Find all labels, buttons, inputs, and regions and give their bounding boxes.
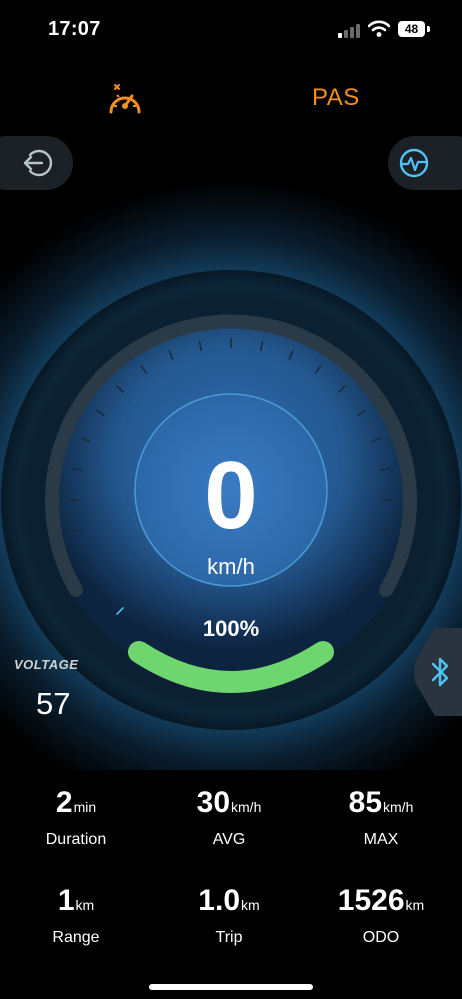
metric-max: 85km/h MAX: [301, 786, 461, 849]
bluetooth-button[interactable]: [413, 628, 462, 716]
metric-number: 1.0: [198, 884, 241, 917]
speed-value: 0: [204, 442, 258, 549]
status-time: 17:07: [48, 18, 101, 40]
metric-number: 1: [57, 884, 75, 917]
metric-number: 1526: [337, 884, 405, 917]
metric-value: 30km/h: [149, 786, 309, 820]
metric-number: 85: [348, 786, 383, 819]
metric-label: Duration: [45, 831, 107, 848]
status-bar: 17:07 48: [0, 0, 462, 60]
battery-percent: 100%: [202, 616, 260, 641]
metric-value: 1km: [0, 884, 156, 918]
metric-unit: km: [75, 897, 95, 913]
metric-label: Range: [52, 929, 100, 946]
speed-unit: km/h: [207, 554, 255, 579]
metric-unit: min: [73, 799, 97, 815]
metric-label: AVG: [212, 831, 246, 848]
metric-number: 30: [196, 786, 231, 819]
metric-value: 1526km: [301, 884, 461, 918]
metric-label: MAX: [363, 831, 399, 848]
metric-trip: 1.0km Trip: [149, 884, 309, 947]
battery-cap: [427, 26, 430, 32]
pas-mode-label[interactable]: PAS: [312, 84, 360, 112]
signal-icon: [338, 22, 362, 38]
voltage-label: VOLTAGE: [14, 657, 79, 672]
home-indicator[interactable]: [149, 984, 313, 990]
battery-indicator: 48: [398, 21, 425, 37]
metric-range: 1km Range: [0, 884, 156, 947]
metric-number: 2: [55, 786, 73, 819]
heartbeat-icon: [399, 148, 429, 178]
metric-label: Trip: [215, 929, 243, 946]
wifi-icon: [368, 20, 390, 37]
metric-value: 1.0km: [149, 884, 309, 918]
speedometer-icon[interactable]: [106, 82, 144, 116]
voltage-value: 57: [36, 686, 71, 721]
metric-unit: km/h: [231, 799, 262, 815]
metric-unit: km/h: [383, 799, 414, 815]
back-arrow-icon: [23, 149, 53, 177]
metric-value: 2min: [0, 786, 156, 820]
metric-unit: km: [405, 897, 425, 913]
metric-duration: 2min Duration: [0, 786, 156, 849]
metric-value: 85km/h: [301, 786, 461, 820]
metric-label: ODO: [362, 929, 400, 946]
metric-odo: 1526km ODO: [301, 884, 461, 947]
metric-unit: km: [241, 897, 260, 913]
metric-avg: 30km/h AVG: [149, 786, 309, 849]
